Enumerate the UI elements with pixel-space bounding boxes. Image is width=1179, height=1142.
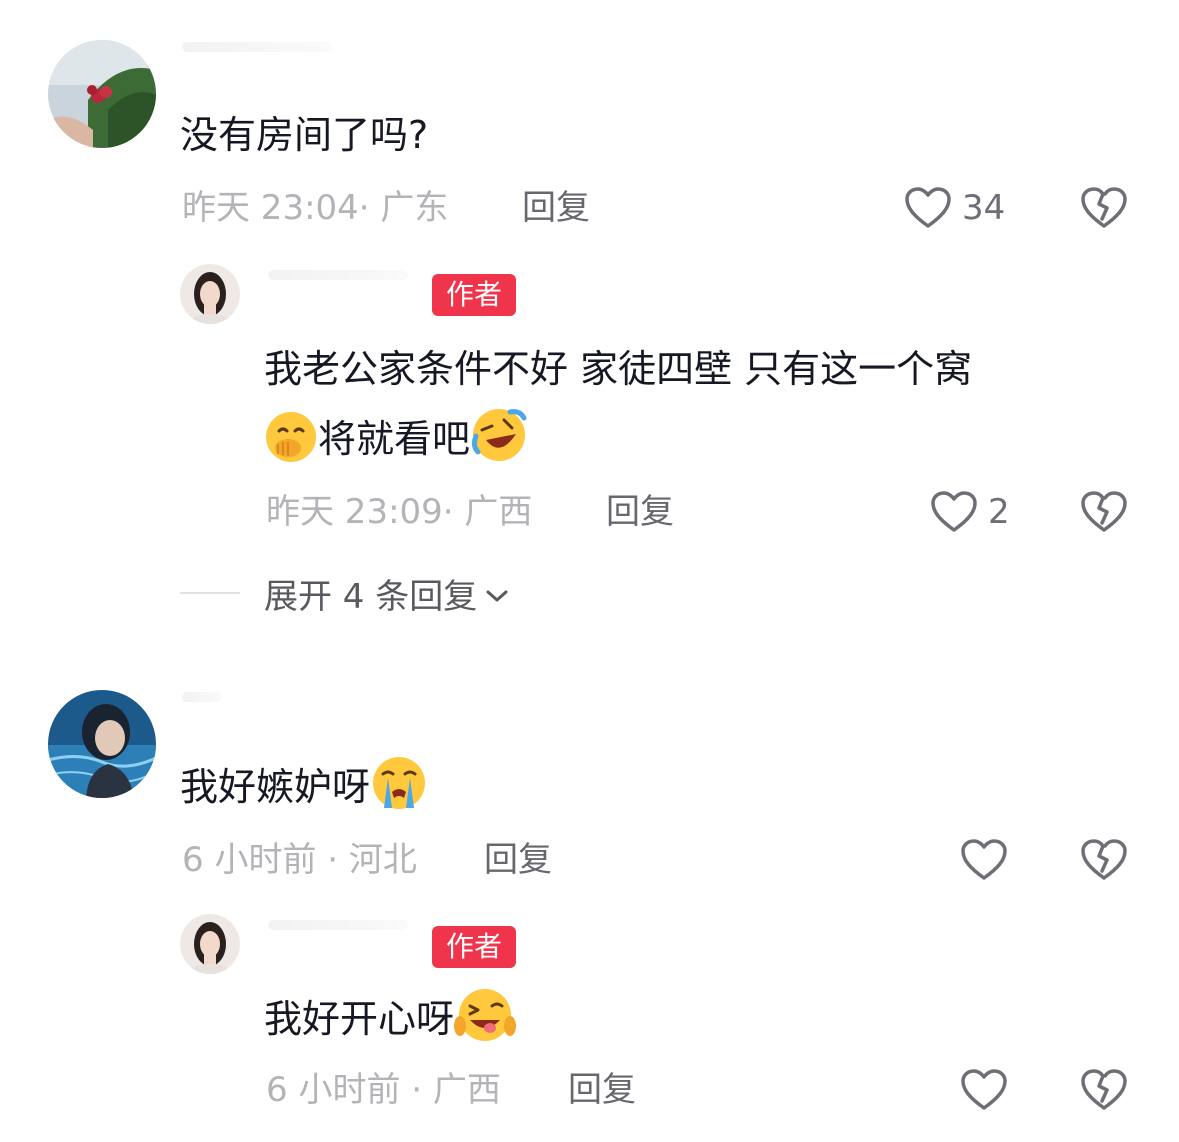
- expand-replies-button[interactable]: 展开 4 条回复: [264, 570, 509, 617]
- reply-button[interactable]: 回复: [568, 1068, 636, 1112]
- broken-heart-icon: [1080, 838, 1128, 882]
- reply-text-line1: 我老公家条件不好 家徒四壁 只有这一个窝: [264, 347, 973, 391]
- avatar-image-woman: [180, 914, 240, 974]
- broken-heart-icon: [1080, 1068, 1128, 1112]
- rolling-laughing-emoji-icon: [470, 406, 528, 464]
- author-username-placeholder[interactable]: [268, 920, 408, 930]
- winking-tongue-emoji-icon: [454, 986, 517, 1044]
- chevron-down-icon: [485, 573, 509, 613]
- comment-text: 我好嫉妒呀: [180, 752, 428, 822]
- comment-meta: 昨天 23:04· 广东: [182, 188, 449, 228]
- reply-text-line2-content: 将就看吧: [318, 417, 471, 461]
- reply-meta: 6 小时前 · 广西: [266, 1070, 501, 1110]
- comment-text: 没有房间了吗?: [180, 113, 429, 157]
- avatar-image-woman: [180, 264, 240, 324]
- reply-button[interactable]: 回复: [484, 838, 552, 882]
- avatar-image-flower: [48, 40, 156, 148]
- author-avatar[interactable]: [180, 264, 240, 324]
- loudly-crying-emoji-icon: [370, 754, 428, 812]
- comment-text-content: 我好嫉妒呀: [180, 765, 371, 809]
- reply-button[interactable]: 回复: [606, 490, 674, 534]
- reply-text-line2: 将就看吧: [264, 404, 528, 474]
- heart-outline-icon: [930, 490, 978, 534]
- broken-heart-icon: [1080, 490, 1128, 534]
- username-placeholder[interactable]: [182, 42, 332, 52]
- reply-text-content: 我好开心呀: [264, 997, 455, 1041]
- broken-heart-icon: [1080, 186, 1128, 230]
- like-count: 2: [988, 492, 1010, 532]
- heart-outline-icon: [960, 838, 1008, 882]
- like-count: 34: [962, 188, 1006, 228]
- reply-button[interactable]: 回复: [522, 186, 590, 230]
- like-button[interactable]: 2: [930, 490, 1010, 534]
- heart-outline-icon: [904, 186, 952, 230]
- dislike-button[interactable]: [1080, 490, 1128, 534]
- expand-replies-label: 展开 4 条回复: [264, 576, 478, 617]
- heart-outline-icon: [960, 1068, 1008, 1112]
- like-button[interactable]: 34: [904, 186, 1005, 230]
- comment-section: 没有房间了吗? 昨天 23:04· 广东 回复 34 作者 我老公家条件不好 家…: [0, 0, 1179, 1142]
- dislike-button[interactable]: [1080, 1068, 1128, 1112]
- avatar[interactable]: [48, 690, 156, 798]
- dislike-button[interactable]: [1080, 838, 1128, 882]
- username-placeholder[interactable]: [182, 692, 222, 702]
- like-button[interactable]: [960, 1068, 1008, 1112]
- comment-meta: 6 小时前 · 河北: [182, 840, 417, 880]
- author-badge: 作者: [432, 926, 516, 968]
- reply-meta: 昨天 23:09· 广西: [266, 492, 533, 532]
- author-badge: 作者: [432, 274, 516, 316]
- avatar[interactable]: [48, 40, 156, 148]
- dislike-button[interactable]: [1080, 186, 1128, 230]
- like-button[interactable]: [960, 838, 1008, 882]
- avatar-image-anime-boy: [48, 690, 156, 798]
- reply-text: 我好开心呀: [264, 984, 517, 1054]
- hand-over-mouth-emoji-icon: [264, 410, 318, 464]
- author-avatar[interactable]: [180, 914, 240, 974]
- author-username-placeholder[interactable]: [268, 270, 408, 280]
- expand-divider: [180, 592, 240, 594]
